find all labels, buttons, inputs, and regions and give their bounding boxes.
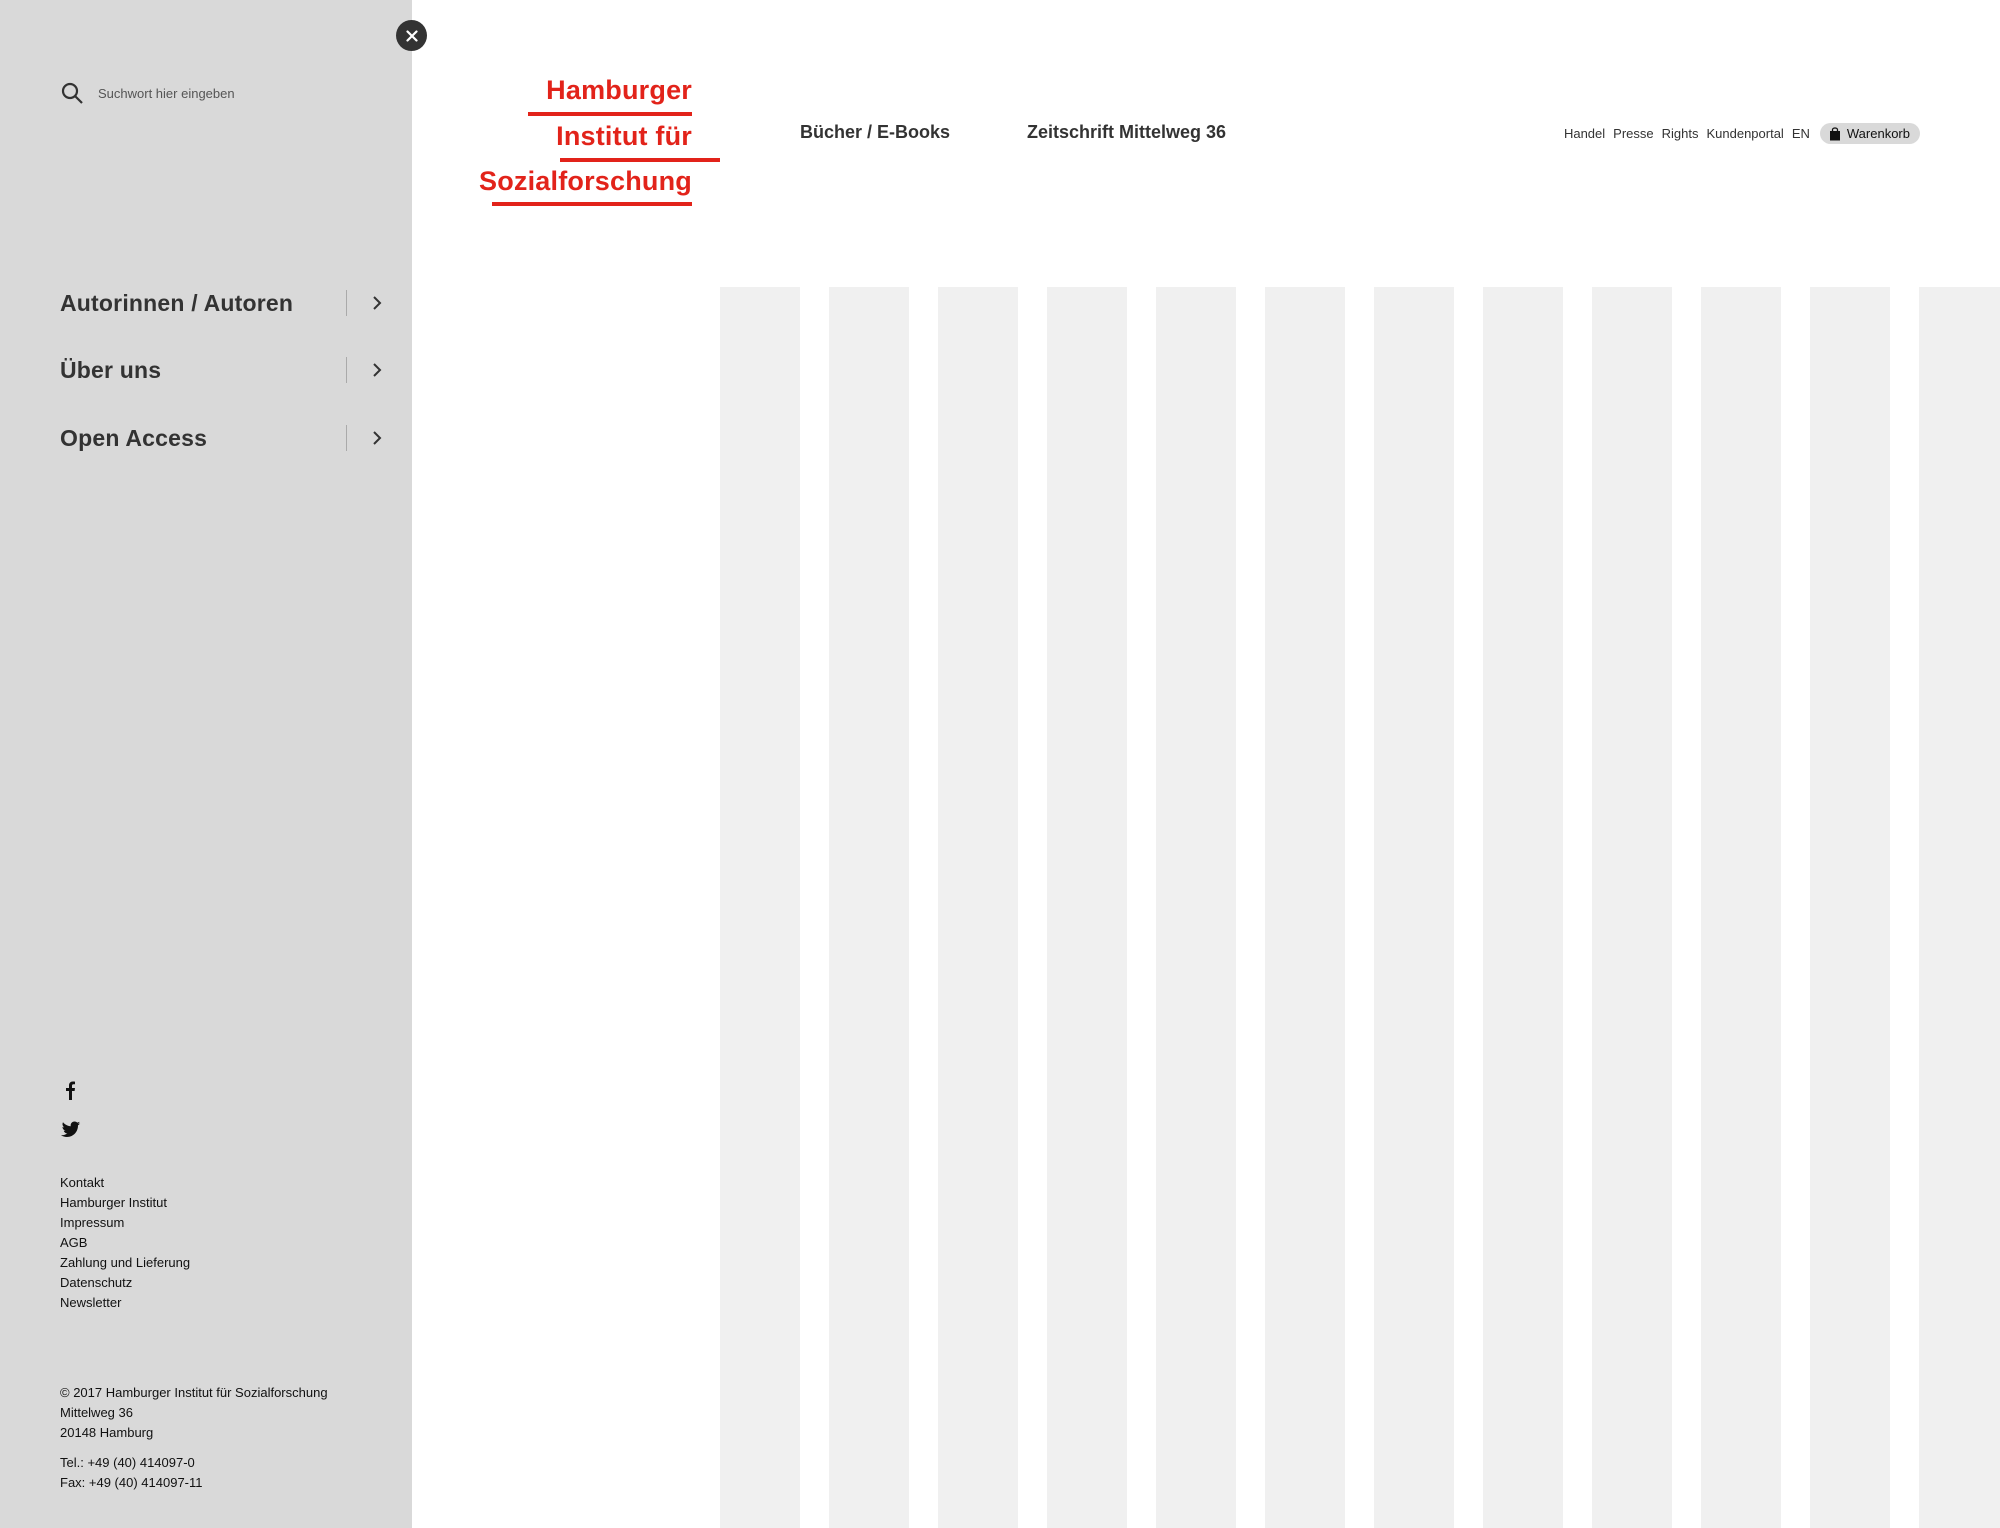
nav-books[interactable]: Bücher / E-Books — [800, 122, 950, 143]
sidebar-item-label: Über uns — [60, 356, 162, 383]
grid-placeholder-column — [1701, 287, 1781, 1528]
footer-link-imprint[interactable]: Impressum — [60, 1213, 190, 1233]
city-text: 20148 Hamburg — [60, 1425, 154, 1440]
sidebar-item-authors[interactable]: Autorinnen / Autoren — [60, 287, 385, 319]
address-block: © 2017 Hamburger Institut für Sozialfors… — [60, 1383, 328, 1443]
logo-rule — [528, 112, 692, 116]
sidebar-item-label: Open Access — [60, 424, 208, 451]
footer-link-institute[interactable]: Hamburger Institut — [60, 1193, 190, 1213]
grid-placeholder-column — [1047, 287, 1127, 1528]
footer-link-contact[interactable]: Kontakt — [60, 1173, 190, 1193]
cart-label: Warenkorb — [1846, 126, 1910, 141]
logo-rule — [560, 158, 720, 162]
language-switch[interactable]: EN — [1792, 126, 1810, 141]
footer-link-privacy[interactable]: Datenschutz — [60, 1273, 190, 1293]
chevron-right-icon[interactable] — [369, 430, 385, 446]
grid-placeholder-column — [1483, 287, 1563, 1528]
grid-placeholder-column — [938, 287, 1018, 1528]
nav-kundenportal[interactable]: Kundenportal — [1706, 126, 1783, 141]
logo[interactable]: Hamburger Institut für Sozialforschung — [478, 70, 720, 210]
close-icon — [405, 29, 418, 42]
sidebar-menu: Autorinnen / Autoren Über uns Open Acces… — [0, 0, 412, 1528]
logo-rule — [492, 202, 692, 206]
divider — [346, 290, 347, 316]
logo-line-1: Hamburger — [546, 75, 692, 105]
cart-button[interactable]: Warenkorb — [1819, 123, 1920, 144]
grid-placeholder-column — [829, 287, 909, 1528]
grid-placeholder-column — [1592, 287, 1672, 1528]
footer-link-newsletter[interactable]: Newsletter — [60, 1293, 190, 1313]
copyright-text: © 2017 Hamburger Institut für Sozialfors… — [60, 1385, 328, 1400]
chevron-right-icon[interactable] — [369, 295, 385, 311]
nav-journal[interactable]: Zeitschrift Mittelweg 36 — [1027, 122, 1226, 143]
search-input[interactable] — [98, 85, 358, 101]
sidebar-item-open-access[interactable]: Open Access — [60, 422, 385, 454]
grid-placeholder-column — [720, 287, 800, 1528]
facebook-icon[interactable] — [60, 1079, 82, 1101]
search-bar[interactable] — [60, 80, 380, 106]
utility-nav: Handel Presse Rights Kundenportal EN War… — [1564, 123, 1920, 144]
close-menu-button[interactable] — [396, 20, 427, 51]
shopping-bag-icon — [1829, 126, 1840, 140]
divider — [346, 357, 347, 383]
search-icon[interactable] — [60, 81, 84, 105]
contact-block: Tel.: +49 (40) 414097-0 Fax: +49 (40) 41… — [60, 1453, 203, 1493]
grid-placeholder-column — [1265, 287, 1345, 1528]
street-text: Mittelweg 36 — [60, 1405, 133, 1420]
grid-placeholder-column — [1919, 287, 2000, 1528]
sidebar-item-about[interactable]: Über uns — [60, 354, 385, 386]
logo-line-3: Sozialforschung — [478, 166, 692, 196]
footer-link-agb[interactable]: AGB — [60, 1233, 190, 1253]
logo-line-2: Institut für — [556, 121, 692, 151]
phone-text: Tel.: +49 (40) 414097-0 — [60, 1455, 195, 1470]
grid-placeholder-column — [1374, 287, 1454, 1528]
nav-presse[interactable]: Presse — [1613, 126, 1653, 141]
chevron-right-icon[interactable] — [369, 362, 385, 378]
nav-rights[interactable]: Rights — [1662, 126, 1699, 141]
grid-placeholder-column — [1810, 287, 1890, 1528]
fax-text: Fax: +49 (40) 414097-11 — [60, 1475, 203, 1490]
divider — [346, 425, 347, 451]
footer-link-payment[interactable]: Zahlung und Lieferung — [60, 1253, 190, 1273]
twitter-icon[interactable] — [60, 1118, 82, 1140]
footer-links: Kontakt Hamburger Institut Impressum AGB… — [60, 1173, 190, 1313]
grid-placeholder-column — [1156, 287, 1236, 1528]
nav-handel[interactable]: Handel — [1564, 126, 1605, 141]
sidebar-item-label: Autorinnen / Autoren — [60, 289, 294, 316]
